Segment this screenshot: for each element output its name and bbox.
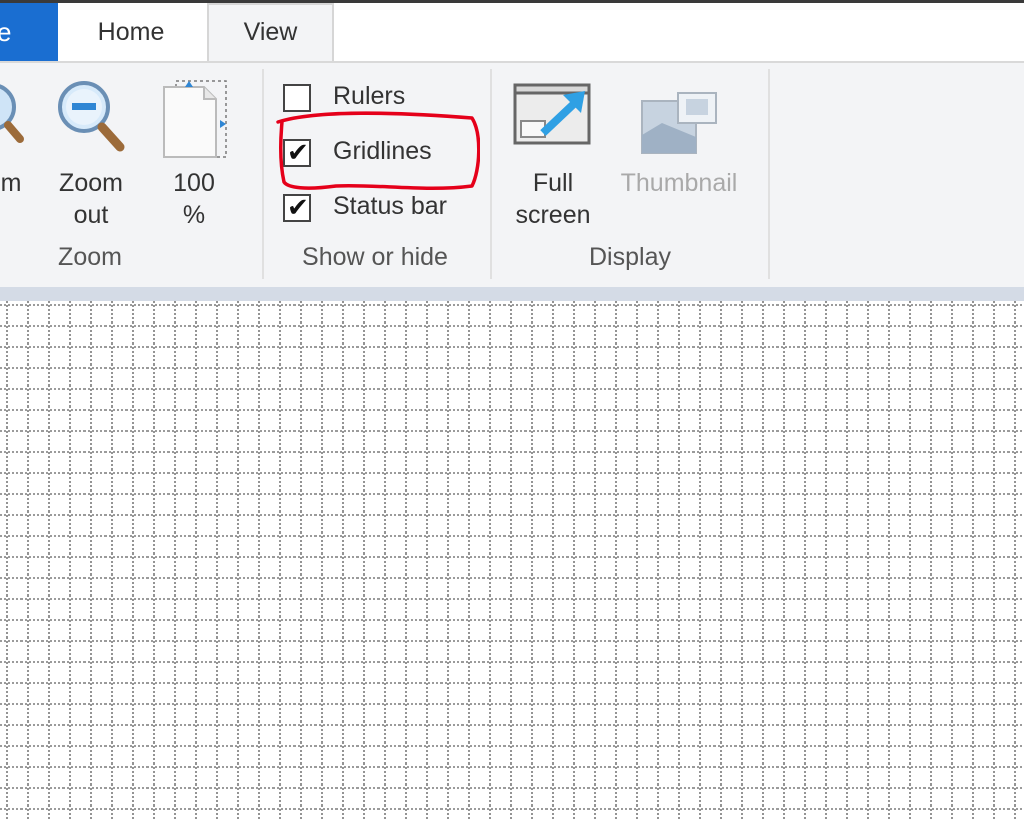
ribbon-tab-row: e Home View <box>0 3 1024 61</box>
display-group-label: Display <box>589 243 671 271</box>
gridlines-option[interactable]: ✔ Gridlines <box>283 137 463 173</box>
rulers-label: Rulers <box>333 82 406 110</box>
checkmark-icon: ✔ <box>287 192 309 222</box>
tab-file[interactable]: e <box>0 3 58 61</box>
full-screen-button[interactable]: Full screen <box>503 63 603 233</box>
gridlines-label: Gridlines <box>333 137 432 165</box>
thumbnail-button: Thumbnail <box>606 63 752 233</box>
show-hide-group-label: Show or hide <box>302 243 448 271</box>
thumbnail-icon <box>641 92 717 154</box>
gridlines-checkbox[interactable]: ✔ <box>283 137 311 167</box>
drawing-canvas-gridlines[interactable] <box>0 301 1024 821</box>
hundred-percent-label-line1: 100 <box>173 169 215 197</box>
group-separator <box>768 69 770 279</box>
zoom-group-label: Zoom <box>58 243 122 271</box>
zoom-in-button[interactable]: m <box>0 63 40 233</box>
thumbnail-label: Thumbnail <box>620 169 738 197</box>
group-separator <box>262 69 264 279</box>
hundred-percent-label-line2: % <box>182 201 206 229</box>
statusbar-checkbox[interactable]: ✔ <box>283 192 311 222</box>
ribbon-view-panel: m Zoom out 100 % Zoom Rulers ✔ Gridlines <box>0 61 1024 287</box>
zoom-out-label-line2: out <box>73 201 109 229</box>
statusbar-option[interactable]: ✔ Status bar <box>283 192 473 228</box>
checkmark-icon: ✔ <box>287 137 309 167</box>
zoom-in-icon <box>0 84 24 143</box>
hundred-percent-button[interactable]: 100 % <box>152 63 236 233</box>
rulers-checkbox[interactable] <box>283 84 311 112</box>
zoom-out-icon <box>58 81 125 152</box>
full-screen-icon <box>513 83 591 145</box>
full-screen-label-line1: Full <box>532 169 574 197</box>
zoom-out-label-line1: Zoom <box>59 169 123 197</box>
zoom-out-button[interactable]: Zoom out <box>48 63 134 233</box>
canvas-frame <box>0 287 1024 301</box>
page-100-percent-icon <box>163 80 227 158</box>
tab-home[interactable]: Home <box>60 3 202 61</box>
full-screen-label-line2: screen <box>515 201 591 229</box>
rulers-option[interactable]: Rulers <box>283 82 443 118</box>
statusbar-label: Status bar <box>333 192 447 220</box>
zoom-in-label: m <box>0 169 22 197</box>
tab-view[interactable]: View <box>207 3 334 61</box>
